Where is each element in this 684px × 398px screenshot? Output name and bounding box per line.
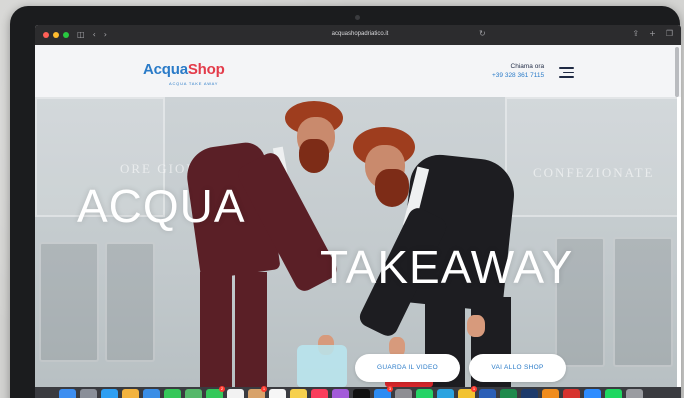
facetime-icon[interactable]: 2 [206, 386, 225, 398]
vending-machine [613, 237, 673, 367]
notification-badge: 3 [387, 386, 393, 392]
logo-word-acqua: Acqua [143, 61, 188, 78]
safari-icon[interactable] [101, 389, 118, 398]
acrobat-icon[interactable] [563, 389, 580, 398]
chrome-icon[interactable]: 1 [458, 386, 477, 398]
sidebar-icon[interactable]: ◫ [77, 31, 85, 39]
appstore-icon[interactable]: 3 [374, 386, 393, 398]
menu-line [559, 67, 574, 69]
page-scrollbar[interactable] [675, 47, 679, 97]
logo-tagline: ACQUA TAKE AWAY [169, 81, 219, 86]
burgundy-trouser-leg [235, 272, 267, 387]
tab-overview-icon[interactable]: ❐ [666, 29, 673, 38]
music-icon[interactable] [311, 389, 328, 398]
forward-icon[interactable]: › [104, 31, 107, 39]
call-now-block[interactable]: Chiama ora +39 328 361 7115 [492, 62, 544, 80]
macos-dock: 2 1 3 1 [35, 386, 681, 398]
vending-machine [105, 242, 155, 362]
calendar-icon[interactable] [227, 389, 244, 398]
burgundy-trouser-leg [200, 272, 232, 387]
screen: ◫ ‹ › acquashopadriatico.it ↻ ⇪ + ❐ Acqu… [35, 25, 681, 398]
menu-line [563, 71, 574, 74]
new-tab-icon[interactable]: + [649, 29, 656, 38]
excel-icon[interactable] [500, 389, 517, 398]
settings-icon[interactable] [395, 389, 412, 398]
word-icon[interactable] [479, 389, 496, 398]
window-controls [43, 32, 69, 38]
messages-icon[interactable] [164, 389, 181, 398]
browser-toolbar: ◫ ‹ › acquashopadriatico.it ↻ ⇪ + ❐ [35, 25, 681, 45]
vending-machine [39, 242, 99, 362]
telegram-icon[interactable] [437, 389, 454, 398]
podcasts-icon[interactable] [332, 389, 349, 398]
address-bar[interactable]: acquashopadriatico.it [230, 28, 490, 41]
hero-title-line-1: ACQUA [77, 180, 246, 232]
maps-icon[interactable] [185, 389, 202, 398]
phone-number-link[interactable]: +39 328 361 7115 [492, 71, 544, 80]
water-bottle-pack [297, 345, 347, 387]
tv-icon[interactable] [353, 389, 370, 398]
menu-line [559, 76, 574, 78]
share-icon[interactable]: ⇪ [632, 29, 639, 38]
logo-word-shop: Shop [187, 61, 225, 78]
back-icon[interactable]: ‹ [93, 31, 96, 39]
hamburger-menu-icon[interactable] [559, 67, 574, 78]
hero-section: ORE GIORNI CONFEZIONATE ACQUA TAKEAWAY G… [35, 97, 677, 387]
reload-icon[interactable]: ↻ [479, 29, 486, 38]
minimize-window-button[interactable] [53, 32, 59, 38]
fullscreen-window-button[interactable] [63, 32, 69, 38]
watch-video-button[interactable]: GUARDA IL VIDEO [355, 354, 460, 382]
go-to-shop-button[interactable]: VAI ALLO SHOP [469, 354, 566, 382]
site-header: AcquaShop ACQUA TAKE AWAY Chiama ora +39… [35, 45, 681, 97]
shop-wall-panel [505, 97, 677, 217]
call-now-label: Chiama ora [510, 63, 545, 70]
trash-icon[interactable] [626, 389, 643, 398]
beard [375, 169, 409, 207]
zoom-icon[interactable] [584, 389, 601, 398]
beard [299, 139, 329, 173]
mail-icon[interactable] [143, 389, 160, 398]
shop-sign-packaged: CONFEZIONATE [533, 165, 655, 180]
launchpad-icon[interactable] [80, 389, 97, 398]
contacts-icon[interactable]: 1 [248, 386, 267, 398]
whatsapp-icon[interactable] [416, 389, 433, 398]
hero-title-line-2: TAKEAWAY [320, 241, 574, 293]
notification-badge: 2 [219, 386, 225, 392]
toolbar-right-icons: ⇪ + ❐ [632, 29, 673, 38]
illustrator-icon[interactable] [542, 389, 559, 398]
laptop-frame: ◫ ‹ › acquashopadriatico.it ↻ ⇪ + ❐ Acqu… [10, 6, 681, 398]
finder-icon[interactable] [59, 389, 76, 398]
reminders-icon[interactable] [269, 389, 286, 398]
notification-badge: 1 [261, 386, 267, 392]
spotify-icon[interactable] [605, 389, 622, 398]
photoshop-icon[interactable] [521, 389, 538, 398]
close-window-button[interactable] [43, 32, 49, 38]
photos-icon[interactable] [122, 389, 139, 398]
hand [467, 315, 485, 337]
webcam [355, 15, 360, 20]
notification-badge: 1 [471, 386, 477, 392]
acquashop-logo[interactable]: AcquaShop ACQUA TAKE AWAY [143, 61, 225, 86]
notes-icon[interactable] [290, 389, 307, 398]
